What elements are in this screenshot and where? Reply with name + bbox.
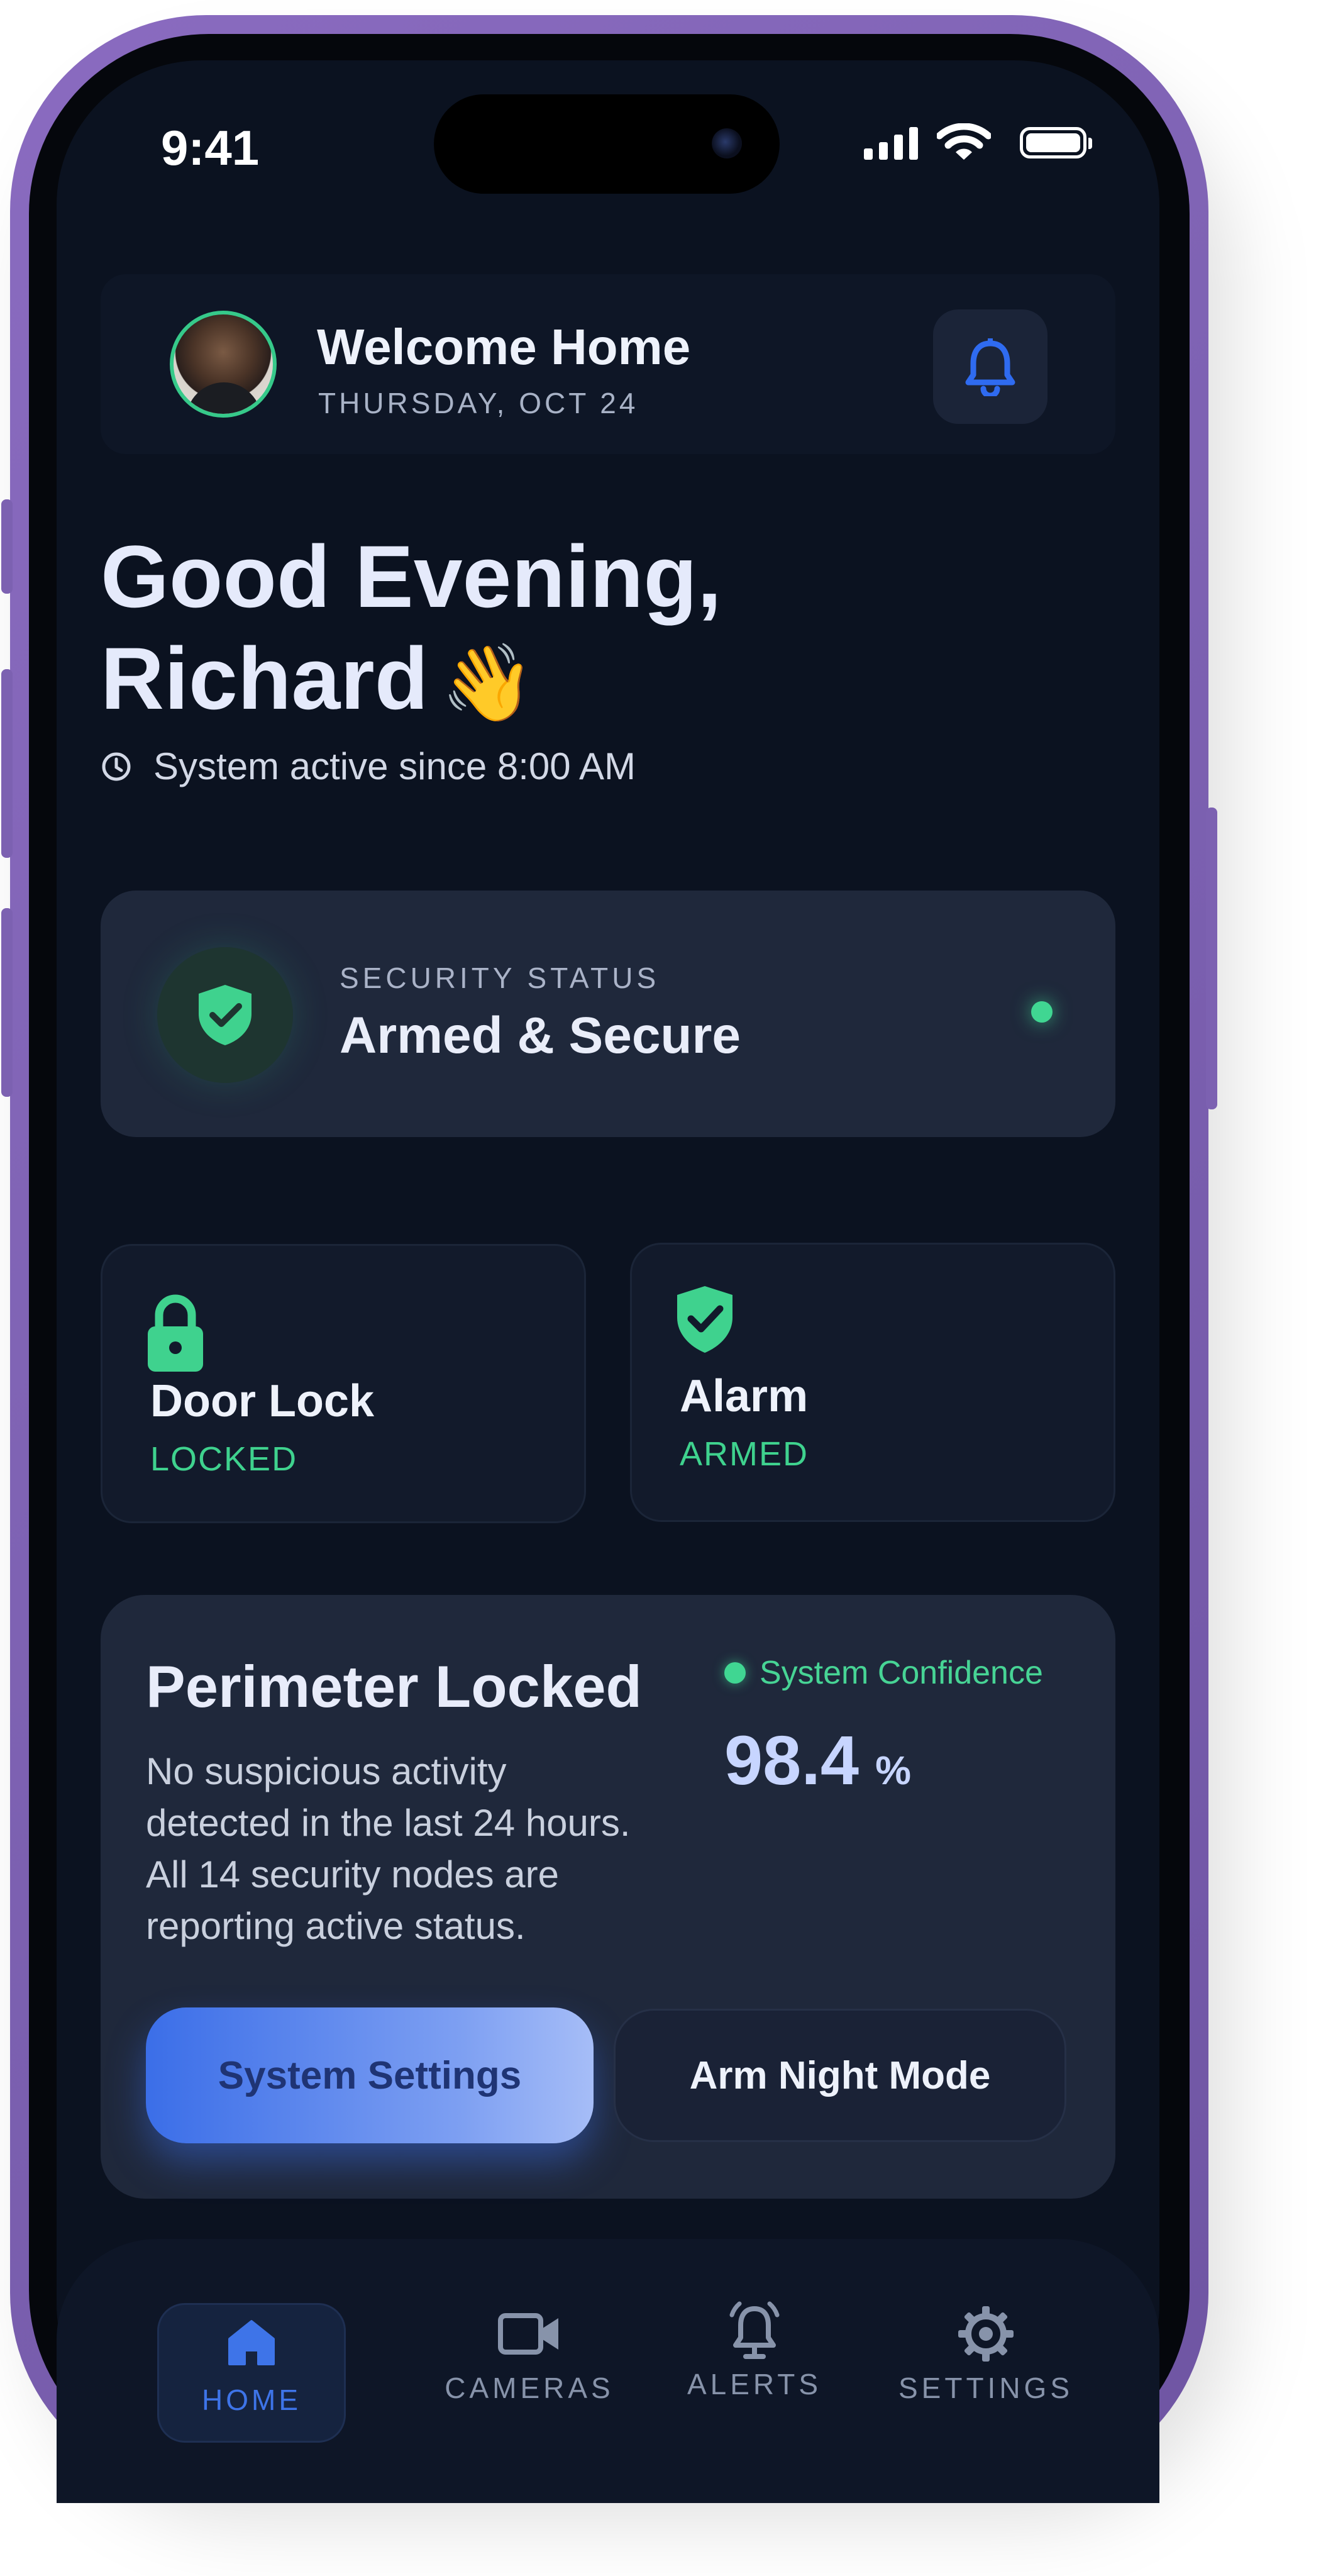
notifications-button[interactable]	[933, 309, 1047, 424]
nav-alerts-label: ALERTS	[687, 2368, 822, 2401]
nav-cameras-label: CAMERAS	[445, 2372, 614, 2404]
cameras-icon-wrap	[429, 2299, 630, 2368]
system-settings-button[interactable]: System Settings	[146, 2007, 594, 2143]
shield-check-icon	[199, 985, 251, 1045]
status-time: 9:41	[161, 120, 260, 175]
alerts-icon-wrap	[654, 2296, 855, 2365]
confidence-value: 98.4%	[724, 1721, 911, 1801]
arm-night-mode-button[interactable]: Arm Night Mode	[614, 2009, 1066, 2142]
confidence-dot	[724, 1662, 746, 1684]
security-status-value: Armed & Secure	[340, 1007, 741, 1064]
nav-cameras[interactable]: CAMERAS	[429, 2299, 630, 2444]
home-icon-wrap	[159, 2305, 344, 2380]
nav-settings-label: SETTINGS	[898, 2372, 1074, 2404]
shield-check-icon	[677, 1286, 732, 1353]
cellular-signal-icon	[864, 122, 920, 166]
volume-down-button	[1, 908, 13, 1097]
avatar[interactable]	[170, 311, 277, 418]
nav-home-label: HOME	[202, 2384, 301, 2416]
perimeter-description: No suspicious activity detected in the l…	[146, 1750, 631, 1947]
status-indicator	[1031, 1001, 1053, 1023]
settings-icon-wrap	[885, 2299, 1086, 2368]
battery-icon	[1020, 127, 1092, 158]
security-shield-badge	[157, 947, 293, 1083]
welcome-title: Welcome Home	[317, 319, 691, 375]
wifi-icon	[937, 123, 991, 160]
bell-icon	[965, 338, 1015, 396]
status-icons	[864, 122, 1092, 166]
video-camera-icon	[498, 2313, 558, 2355]
alarm-tile[interactable]: Alarm ARMED	[630, 1243, 1115, 1522]
confidence-unit: %	[875, 1748, 911, 1793]
confidence-label: System Confidence	[724, 1654, 1043, 1692]
volume-up-button	[1, 669, 13, 858]
front-camera-icon	[712, 128, 742, 158]
confidence-label-text: System Confidence	[760, 1655, 1043, 1691]
side-button	[1, 499, 13, 594]
security-status-label: SECURITY STATUS	[340, 962, 660, 994]
alarm-title: Alarm	[680, 1371, 809, 1421]
system-active-text: System active since 8:00 AM	[153, 745, 636, 787]
device-stage: 9:41 Welcome Home THURSDAY, OCT 24 Good …	[0, 0, 1321, 2576]
nav-alerts[interactable]: ALERTS	[654, 2296, 855, 2440]
status-bar: 9:41	[57, 60, 1159, 194]
door-lock-title: Door Lock	[150, 1376, 375, 1426]
greeting-line: Good Evening,	[101, 527, 722, 626]
dynamic-island	[434, 94, 780, 194]
confidence-number: 98.4	[724, 1722, 859, 1799]
perimeter-title: Perimeter Locked	[146, 1653, 642, 1719]
alarm-state: ARMED	[680, 1435, 809, 1473]
gear-icon	[958, 2306, 1014, 2362]
system-active-line: System active since 8:00 AM	[101, 745, 636, 788]
power-button	[1206, 808, 1217, 1109]
greeting-heading: Good Evening, Richard 👋	[101, 526, 722, 734]
nav-settings[interactable]: SETTINGS	[885, 2299, 1086, 2444]
user-name: Richard	[101, 629, 429, 728]
clock-icon	[102, 752, 131, 780]
wave-emoji-icon: 👋	[441, 641, 535, 725]
lock-icon	[148, 1294, 203, 1372]
alarm-bell-icon	[729, 2301, 780, 2359]
home-icon	[228, 2320, 275, 2365]
nav-home[interactable]: HOME	[157, 2303, 346, 2443]
welcome-date: THURSDAY, OCT 24	[318, 387, 639, 419]
door-lock-state: LOCKED	[150, 1440, 298, 1478]
door-lock-tile[interactable]: Door Lock LOCKED	[101, 1244, 586, 1523]
